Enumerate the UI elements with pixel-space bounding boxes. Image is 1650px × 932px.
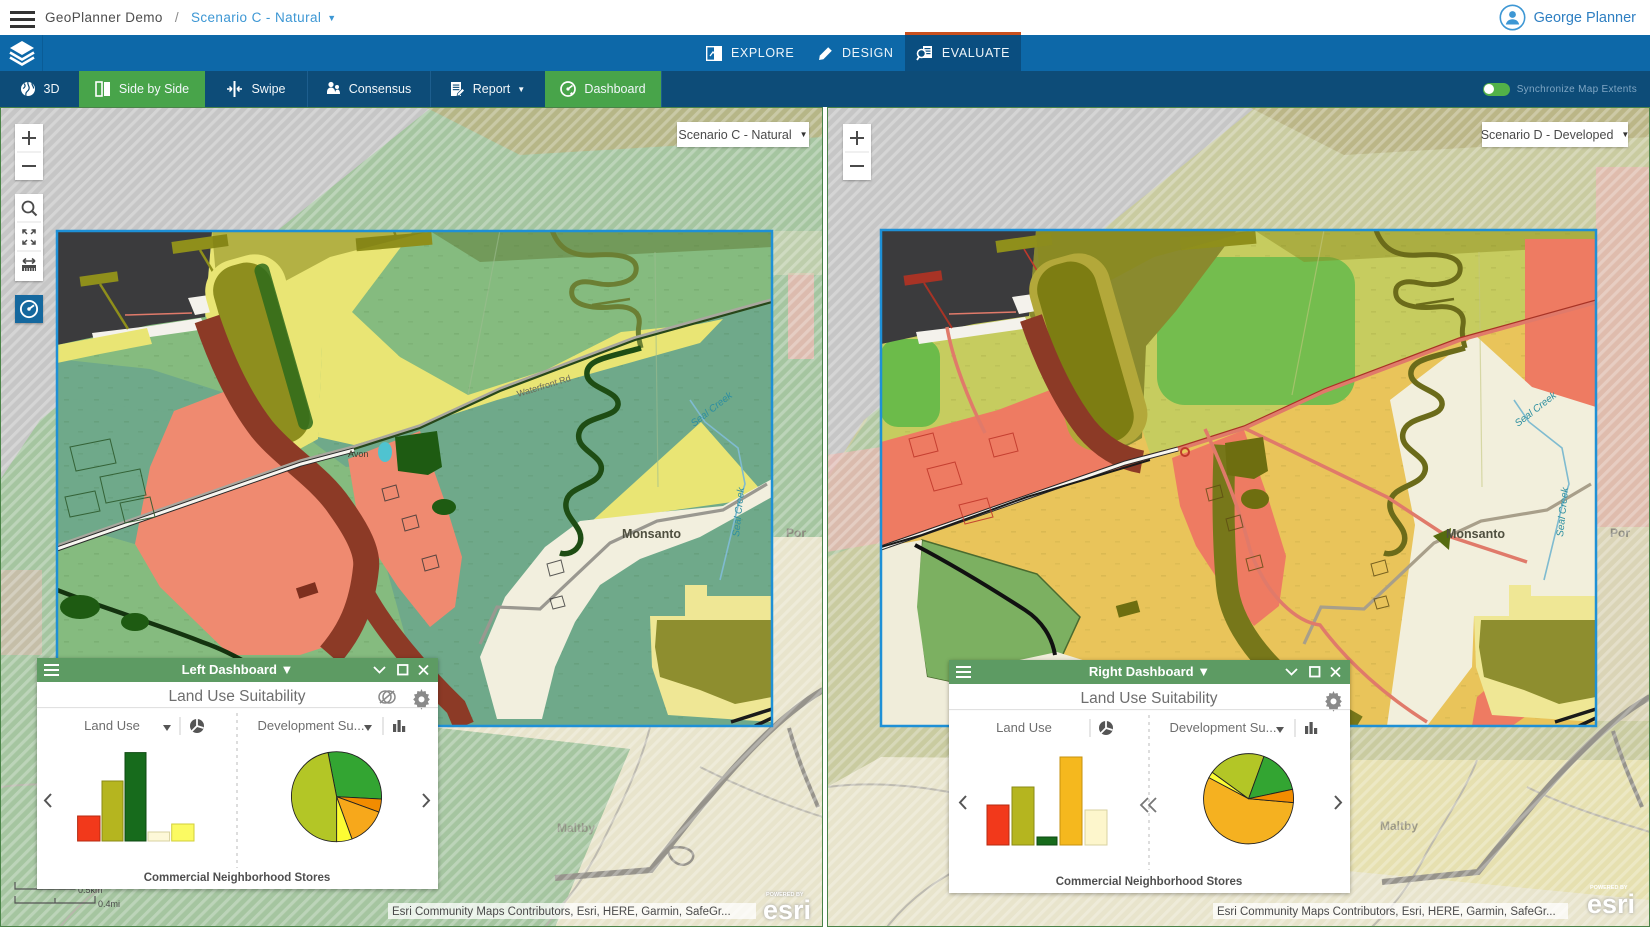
svg-text:Land Use: Land Use — [84, 718, 140, 733]
svg-text:0.4mi: 0.4mi — [98, 899, 120, 909]
svg-text:esri: esri — [1587, 889, 1635, 919]
svg-text:Development Su...: Development Su... — [258, 718, 365, 733]
svg-text:Commercial Neighborhood Stores: Commercial Neighborhood Stores — [144, 872, 331, 884]
svg-text:Land Use Suitability: Land Use Suitability — [1081, 690, 1218, 707]
svg-text:Commercial Neighborhood Stores: Commercial Neighborhood Stores — [1056, 876, 1243, 888]
svg-text:Land Use Suitability: Land Use Suitability — [169, 688, 306, 705]
svg-text:esri: esri — [763, 895, 811, 925]
svg-text:Esri Community Maps Contributo: Esri Community Maps Contributors, Esri, … — [1217, 906, 1556, 918]
svg-text:Avon: Avon — [348, 449, 368, 459]
svg-text:Monsanto: Monsanto — [622, 527, 681, 541]
svg-text:Monsanto: Monsanto — [1446, 527, 1505, 541]
svg-text:Land Use: Land Use — [996, 720, 1052, 735]
svg-text:Esri Community Maps Contributo: Esri Community Maps Contributors, Esri, … — [392, 906, 731, 918]
svg-text:Development Su...: Development Su... — [1170, 720, 1277, 735]
